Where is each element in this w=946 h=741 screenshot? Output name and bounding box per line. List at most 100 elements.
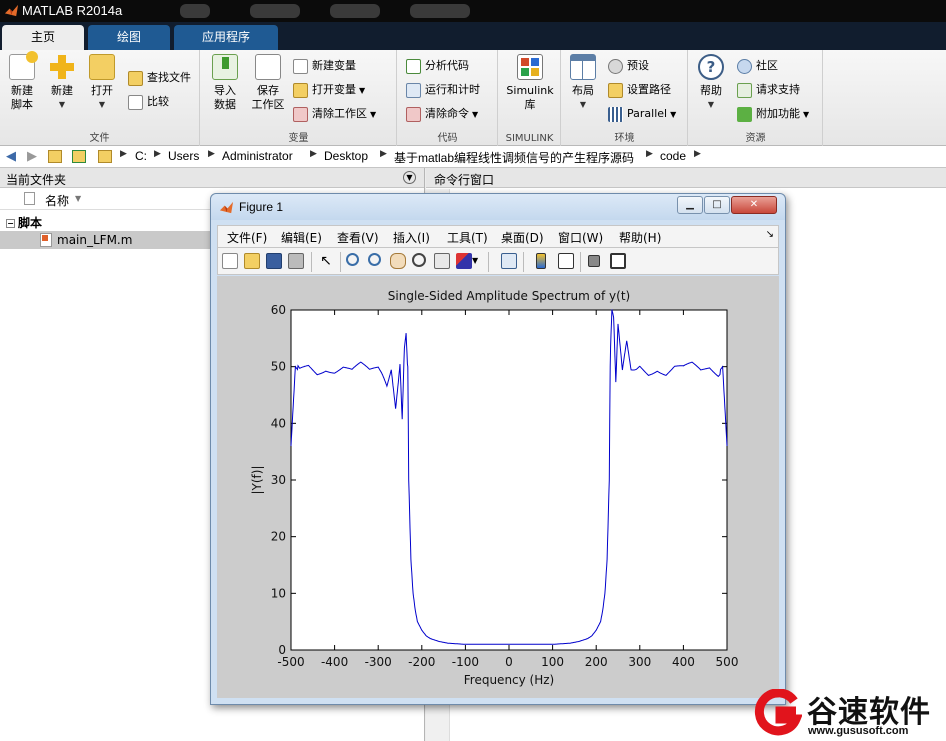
panel-options-icon[interactable]: ▼ bbox=[403, 171, 416, 184]
hide-plot-tools-icon[interactable] bbox=[588, 255, 600, 267]
run-and-time-button[interactable]: 运行和计时 bbox=[406, 80, 480, 100]
parallel-icon bbox=[608, 106, 623, 122]
file-group-header[interactable]: − 脚本 bbox=[6, 214, 42, 231]
menu-tools[interactable]: 工具(T) bbox=[447, 229, 488, 246]
blurred-title-region bbox=[330, 4, 380, 18]
breadcrumb-item[interactable]: code bbox=[660, 149, 686, 163]
open-file-icon[interactable] bbox=[244, 253, 260, 269]
toolbar-separator bbox=[311, 252, 312, 272]
spectrum-plot[interactable]: Single-Sided Amplitude Spectrum of y(t) … bbox=[217, 276, 779, 698]
watermark: 谷速软件 www.gususoft.com bbox=[752, 687, 946, 741]
path-bar: ◀ ▶ ▶ C: ▶ Users ▶ Administrator ▶ Deskt… bbox=[0, 146, 946, 168]
tab-apps[interactable]: 应用程序 bbox=[174, 25, 278, 50]
y-tick-label: 30 bbox=[271, 473, 286, 487]
layout-button[interactable]: 布局 ▼ bbox=[566, 54, 600, 112]
x-tick-label: -400 bbox=[321, 655, 348, 669]
tab-home[interactable]: 主页 bbox=[2, 25, 84, 50]
tab-plots[interactable]: 绘图 bbox=[88, 25, 170, 50]
chevron-down-icon: ▼ bbox=[670, 110, 677, 119]
find-files-button[interactable]: 查找文件 bbox=[128, 68, 191, 88]
breadcrumb-item[interactable]: C: bbox=[135, 149, 147, 163]
compare-button[interactable]: 比较 bbox=[128, 92, 169, 112]
breadcrumb-item[interactable]: Desktop bbox=[324, 149, 368, 163]
breadcrumb-separator-icon: ▶ bbox=[380, 149, 387, 159]
print-icon[interactable] bbox=[288, 253, 304, 269]
colorbar-icon[interactable] bbox=[536, 253, 546, 269]
zoom-out-icon[interactable] bbox=[368, 253, 381, 266]
clear-commands-button[interactable]: 清除命令 ▼ bbox=[406, 104, 478, 124]
back-arrow-icon[interactable]: ◀ bbox=[3, 149, 19, 165]
menu-desktop[interactable]: 桌面(D) bbox=[501, 229, 544, 246]
parallel-button[interactable]: Parallel ▼ bbox=[608, 104, 676, 124]
chevron-down-icon[interactable]: ▼ bbox=[472, 253, 482, 269]
data-cursor-icon[interactable] bbox=[434, 253, 450, 269]
group-label-file: 文件 bbox=[89, 133, 110, 144]
breadcrumb-item[interactable]: Administrator bbox=[222, 149, 293, 163]
new-figure-icon[interactable] bbox=[222, 253, 238, 269]
chevron-down-icon: ▼ bbox=[58, 100, 66, 109]
collapse-icon[interactable]: − bbox=[6, 219, 15, 228]
x-tick-label: 200 bbox=[585, 655, 608, 669]
x-tick-label: 100 bbox=[541, 655, 564, 669]
figure-canvas[interactable]: Single-Sided Amplitude Spectrum of y(t) … bbox=[217, 276, 779, 698]
preferences-button[interactable]: 预设 bbox=[608, 56, 649, 76]
show-plot-tools-icon[interactable] bbox=[610, 253, 626, 269]
simulink-library-button[interactable]: Simulink 库 bbox=[503, 54, 557, 112]
save-icon[interactable] bbox=[266, 253, 282, 269]
community-button[interactable]: 社区 bbox=[737, 56, 778, 76]
legend-icon[interactable] bbox=[558, 253, 574, 269]
menu-overflow-icon[interactable]: ↘ bbox=[766, 229, 774, 240]
set-path-button[interactable]: 设置路径 bbox=[608, 80, 671, 100]
open-variable-button[interactable]: 打开变量 ▼ bbox=[293, 80, 365, 100]
rotate-3d-icon[interactable] bbox=[412, 253, 426, 267]
help-icon: ? bbox=[698, 54, 724, 80]
group-label-resources: 资源 bbox=[745, 133, 766, 144]
zoom-in-icon[interactable] bbox=[346, 253, 359, 266]
import-data-button[interactable]: 导入 数据 bbox=[205, 54, 245, 112]
clear-commands-icon bbox=[406, 106, 421, 122]
forward-arrow-icon[interactable]: ▶ bbox=[24, 149, 40, 165]
browse-folder-icon[interactable] bbox=[72, 150, 86, 163]
menu-insert[interactable]: 插入(I) bbox=[393, 229, 430, 246]
menu-view[interactable]: 查看(V) bbox=[337, 229, 379, 246]
analyze-code-button[interactable]: 分析代码 bbox=[406, 56, 469, 76]
clear-workspace-button[interactable]: 清除工作区 ▼ bbox=[293, 104, 376, 124]
menu-window[interactable]: 窗口(W) bbox=[558, 229, 603, 246]
pointer-arrow-icon[interactable]: ↖ bbox=[318, 253, 334, 269]
breadcrumb-item[interactable]: 基于matlab编程线性调频信号的产生程序源码 bbox=[394, 149, 634, 166]
figure-title-bar[interactable]: Figure 1 ▁ □ ✕ bbox=[211, 194, 785, 220]
name-column-header[interactable]: 名称 bbox=[45, 192, 69, 209]
menu-edit[interactable]: 编辑(E) bbox=[281, 229, 322, 246]
brush-icon[interactable] bbox=[456, 253, 472, 269]
toolbar-separator bbox=[523, 252, 524, 272]
x-tick-label: -500 bbox=[277, 655, 304, 669]
figure-title: Figure 1 bbox=[239, 200, 284, 214]
new-script-button[interactable]: 新建 脚本 bbox=[4, 51, 40, 112]
addons-button[interactable]: 附加功能 ▼ bbox=[737, 104, 809, 124]
y-tick-label: 60 bbox=[271, 303, 286, 317]
maximize-button[interactable]: □ bbox=[704, 196, 730, 214]
menu-help[interactable]: 帮助(H) bbox=[619, 229, 661, 246]
plot-axes[interactable] bbox=[290, 309, 728, 651]
ribbon-toolbar: 新建 脚本 新建 ▼ 打开 ▼ 查找文件 比较 文件 导入 数据 保存 工作区 bbox=[0, 50, 946, 146]
save-workspace-button[interactable]: 保存 工作区 bbox=[247, 54, 289, 112]
open-button[interactable]: 打开 ▼ bbox=[84, 54, 120, 112]
group-label-simulink: SIMULINK bbox=[505, 133, 554, 144]
figure-window[interactable]: Figure 1 ▁ □ ✕ 文件(F) 编辑(E) 查看(V) 插入(I) 工… bbox=[210, 193, 786, 705]
ribbon-group-variable: 导入 数据 保存 工作区 新建变量 打开变量 ▼ 清除工作区 ▼ 变量 bbox=[201, 50, 397, 146]
up-folder-icon[interactable] bbox=[48, 150, 62, 163]
toolbar-separator bbox=[340, 252, 341, 272]
request-support-button[interactable]: 请求支持 bbox=[737, 80, 800, 100]
new-button[interactable]: 新建 ▼ bbox=[44, 54, 80, 112]
save-workspace-icon bbox=[255, 54, 281, 80]
link-plot-icon[interactable] bbox=[501, 253, 517, 269]
menu-file[interactable]: 文件(F) bbox=[227, 229, 267, 246]
new-variable-button[interactable]: 新建变量 bbox=[293, 56, 356, 76]
pan-hand-icon[interactable] bbox=[390, 253, 406, 269]
close-button[interactable]: ✕ bbox=[731, 196, 777, 214]
breadcrumb-item[interactable]: Users bbox=[168, 149, 199, 163]
minimize-button[interactable]: ▁ bbox=[677, 196, 703, 214]
app-title-bar: MATLAB R2014a bbox=[0, 0, 946, 22]
help-button[interactable]: ? 帮助 ▼ bbox=[693, 54, 729, 112]
chevron-down-icon: ▼ bbox=[370, 110, 377, 119]
